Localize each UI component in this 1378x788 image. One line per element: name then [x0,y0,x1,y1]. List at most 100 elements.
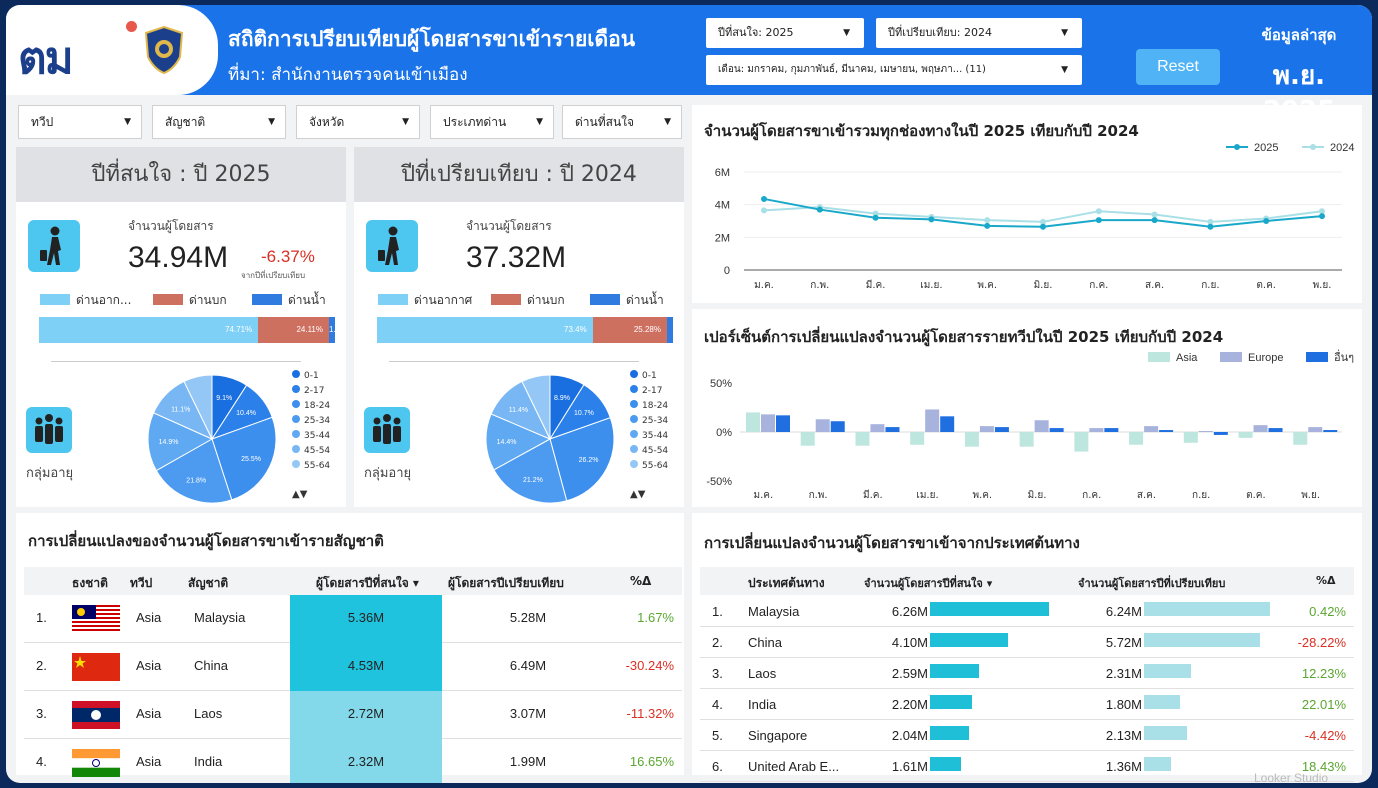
line-point [1319,213,1325,220]
legend-swatch [1148,352,1170,362]
bar [1293,432,1308,445]
column-header[interactable]: ทวีป [130,574,152,593]
age-legend-item: 2-17 [630,384,668,399]
pie-slice-label: 25.5% [241,456,261,463]
bar [1268,428,1283,432]
legend-dot [292,370,300,378]
passenger-count-label: จำนวนผู้โดยสาร [466,219,552,233]
legend-dot [630,445,638,453]
bar [994,427,1009,432]
age-legend-label: 2-17 [304,386,325,396]
bar [800,432,815,446]
flag-my-icon [72,605,120,633]
legend-dot [630,370,638,378]
stacked-segment: 74.71% [39,317,259,343]
legend-swatch [1306,352,1328,362]
checkpoint-legend-item: ด่านบก [153,291,227,310]
bar [870,424,885,432]
bar [746,412,760,432]
y-tick-label: 6M [715,167,730,179]
x-tick-label: ก.พ. [809,490,828,501]
age-legend-label: 55-64 [304,461,331,471]
column-header[interactable]: ผู้โดยสารปีเปรียบเทียบ [448,574,564,593]
x-tick-label: ส.ค. [1145,280,1164,291]
age-group-label: กลุ่มอายุ [26,466,74,481]
age-legend-item: 45-54 [630,444,668,459]
line-point [816,206,823,213]
reset-button[interactable]: Reset [1136,49,1220,85]
legend-dot [292,460,300,468]
column-header[interactable]: %Δ [630,574,651,588]
pie-slice-label: 21.8% [186,478,206,485]
current-year-cell: 2.32M [347,754,385,769]
legend-swatch [378,294,408,305]
pie-slice-label: 10.7% [574,410,594,417]
filter-0[interactable]: ทวีป ▼ [18,105,142,139]
current-year-value: 6.26M [891,604,928,619]
nationality-cell: Laos [194,706,223,721]
column-header[interactable]: ธงชาติ [72,574,108,593]
x-tick-label: ม.ค. [754,280,774,291]
year-compare-select[interactable]: ปีที่เปรียบเทียบ: 2024 ▼ [876,18,1082,48]
column-header[interactable]: สัญชาติ [188,574,228,593]
filter-2[interactable]: จังหวัด ▼ [296,105,420,139]
column-header[interactable]: จำนวนผู้โดยสารปีที่สนใจ ▾ [864,574,992,592]
age-pie-chart: 9.1% 10.4% 25.5% 21.8% 14.9% 11.1% [147,374,277,504]
bar [964,432,979,447]
legend-label: ด่านบก [189,293,227,307]
legend-label: ด่านอากาศ [414,293,473,307]
row-number: 6. [712,759,723,774]
row-number: 2. [712,635,723,650]
column-header[interactable]: จำนวนผู้โดยสารปีที่เปรียบเทียบ [1078,574,1225,592]
age-legend-item: 35-44 [630,429,668,444]
pager-arrows[interactable]: ▲▼ [292,489,307,500]
line-point [761,207,767,214]
legend-dot [630,400,638,408]
country-cell: United Arab E... [748,759,840,774]
age-legend-item: 55-64 [292,459,330,474]
y-tick-label: -50% [706,476,732,488]
bar [1019,432,1034,447]
year-interest-value: ปีที่สนใจ: 2025 [718,26,794,39]
logo-dot [126,21,137,32]
x-tick-label: ก.ย. [1201,280,1219,291]
change-caption: จากปีที่เปรียบเทียบ [241,271,306,280]
column-header[interactable]: ประเทศต้นทาง [748,574,825,593]
checkpoint-stacked-bar: 73.4% 25.28% [377,317,673,343]
country-cell: Laos [748,666,777,681]
legend-dot [292,445,300,453]
legend-label: ด่านน้ำ [288,293,326,307]
line-point [1095,217,1102,224]
column-header[interactable]: %Δ [1316,574,1336,587]
month-select[interactable]: เดือน: มกราคม, กุมภาพันธ์, มีนาคม, เมษาย… [706,55,1082,85]
pager-arrows[interactable]: ▲▼ [630,489,645,500]
x-tick-label: เม.ย. [916,490,938,501]
legend-dot [630,385,638,393]
year-interest-select[interactable]: ปีที่สนใจ: 2025 ▼ [706,18,864,48]
age-legend-label: 18-24 [304,401,331,411]
x-tick-label: ส.ค. [1137,490,1156,501]
checkpoint-legend-item: ด่านอากาศ [378,291,472,310]
continent-cell: Asia [136,754,162,769]
bar [1213,432,1228,435]
legend-label: อื่นๆ [1334,349,1354,364]
filter-3[interactable]: ประเภทด่าน ▼ [430,105,554,139]
origin-table-title: การเปลี่ยนแปลงจำนวนผู้โดยสารขาเข้าจากประ… [704,534,1080,552]
filter-1[interactable]: สัญชาติ ▼ [152,105,286,139]
checkpoint-legend-item: ด่านอาก... [40,291,131,310]
bar-chart-card: เปอร์เซ็นต์การเปลี่ยนแปลงจำนวนผู้โดยสารร… [692,309,1362,507]
current-year-bar [930,633,1008,647]
compare-year-value: 1.36M [1105,759,1142,774]
current-year-bar [930,664,980,678]
traveler-icon [28,220,80,272]
x-tick-label: มี.ค. [863,489,883,501]
current-year-cell: 4.53M [347,658,385,673]
legend-dot [630,415,638,423]
age-legend-label: 2-17 [642,386,663,396]
column-header[interactable]: ผู้โดยสารปีที่สนใจ ▾ [316,574,419,593]
age-legend-label: 35-44 [642,431,669,441]
pie-slice-label: 26.2% [579,457,599,464]
percent-change-cell: 16.65% [629,754,674,769]
filter-4[interactable]: ด่านที่สนใจ ▼ [562,105,682,139]
change-percent: -6.37% [261,247,315,266]
